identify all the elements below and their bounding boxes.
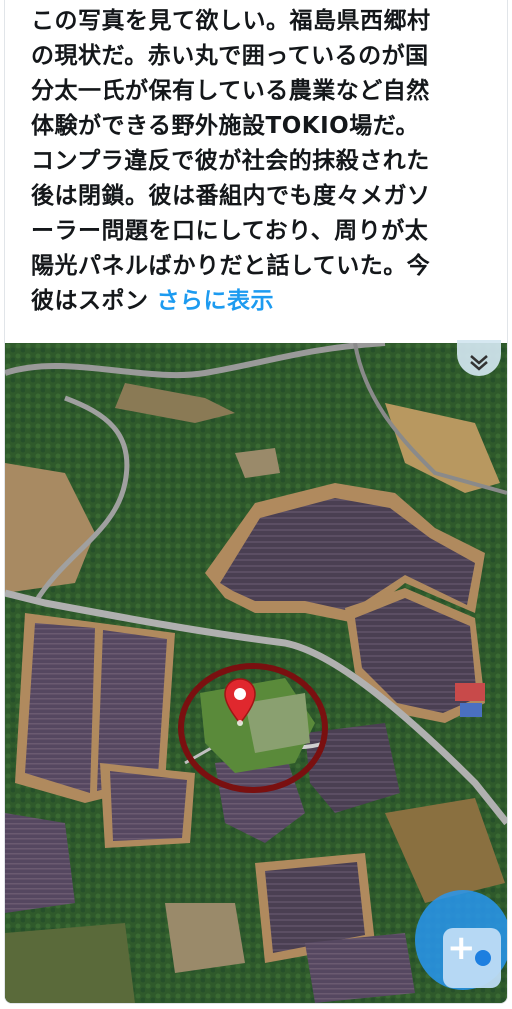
location-dot-icon [475,950,491,966]
solar-farm [305,933,415,1003]
building [455,683,485,701]
tweet-card: この写真を見て欲しい。福島県西郷村 の現状だ。赤い丸で囲っているのが国 分太一氏… [4,0,508,1004]
solar-farm [5,813,75,913]
tweet-text: この写真を見て欲しい。福島県西郷村 の現状だ。赤い丸で囲っているのが国 分太一氏… [31,4,501,319]
chevron-double-down-icon [470,355,488,371]
tweet-line: 後は閉鎖。彼は番組内でも度々メガソ [31,183,431,209]
tweet-line: 陽光パネルばかりだと話していた。今 [31,253,431,279]
tweet-line: 彼はスポン [31,288,149,314]
map-pin-icon[interactable] [223,677,257,727]
tweet-line: 体験ができる野外施設TOKIO場だ。 [31,113,420,139]
clearing [165,903,245,973]
tweet-line: 分太一氏が保有している農業など自然 [31,78,430,104]
tweet-line: コンプラ違反で彼が社会的抹殺された [31,148,430,174]
tweet-line: この写真を見て欲しい。福島県西郷村 [31,8,431,34]
solar-farm [25,623,95,793]
show-more-link[interactable]: さらに表示 [157,288,275,314]
plus-icon[interactable]: + [443,928,501,988]
solar-farm [110,771,187,841]
tweet-line: の現状だ。赤い丸で囲っているのが国 [31,43,429,69]
tweet-line-last: 彼はスポン さらに表示 [31,284,501,319]
building [460,703,482,717]
field [5,923,135,1003]
tweet-line: ーラー問題を口にしており、周りが太 [31,218,429,244]
